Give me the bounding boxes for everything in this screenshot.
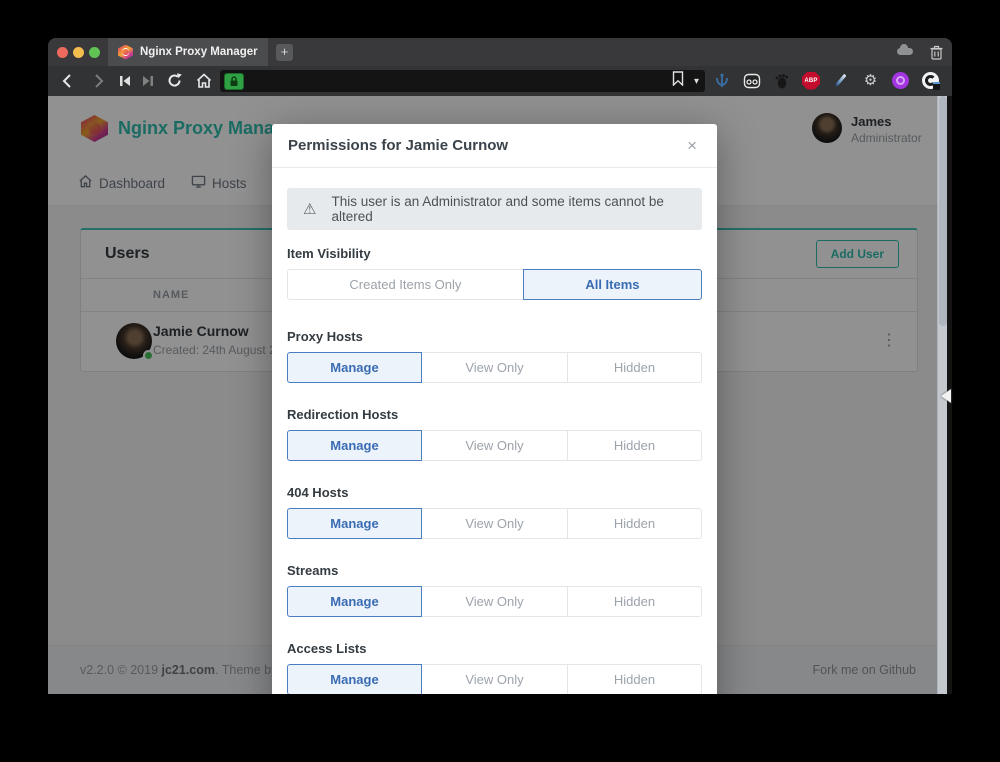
access-lists-view-only-button[interactable]: View Only — [421, 664, 568, 694]
proxy-hosts-hidden-button[interactable]: Hidden — [567, 352, 702, 383]
mouse-cursor — [941, 389, 951, 403]
minimize-window-button[interactable] — [73, 47, 84, 58]
access-lists-label: Access Lists — [287, 641, 702, 656]
streams-view-only-button[interactable]: View Only — [421, 586, 568, 617]
back-button[interactable] — [60, 73, 76, 94]
proxy-hosts-group: Manage View Only Hidden — [287, 352, 702, 383]
purple-extension-icon[interactable] — [891, 71, 910, 90]
skip-start-button[interactable] — [118, 74, 132, 93]
access-lists-manage-button[interactable]: Manage — [287, 664, 422, 694]
gnome-foot-extension-icon[interactable] — [772, 71, 791, 90]
proxy-hosts-label: Proxy Hosts — [287, 329, 702, 344]
tridactyl-extension-icon[interactable] — [712, 71, 731, 90]
new-tab-button[interactable]: + — [276, 44, 293, 61]
scrollbar-thumb[interactable] — [939, 96, 947, 326]
browser-tab[interactable]: Nginx Proxy Manager — [108, 38, 268, 66]
close-window-button[interactable] — [57, 47, 68, 58]
404-hosts-manage-button[interactable]: Manage — [287, 508, 422, 539]
streams-hidden-button[interactable]: Hidden — [567, 586, 702, 617]
home-button[interactable] — [195, 72, 213, 95]
proxy-hosts-view-only-button[interactable]: View Only — [421, 352, 568, 383]
browser-toolbar: ▾ ABP ⚙ — [48, 66, 952, 96]
admin-warning-alert: ⚠ This user is an Administrator and some… — [287, 188, 702, 230]
404-hosts-hidden-button[interactable]: Hidden — [567, 508, 702, 539]
404-hosts-label: 404 Hosts — [287, 485, 702, 500]
skip-end-button[interactable] — [141, 74, 155, 93]
permissions-modal: Permissions for Jamie Curnow × ⚠ This us… — [272, 124, 717, 694]
streams-group: Manage View Only Hidden — [287, 586, 702, 617]
visibility-all-items-button[interactable]: All Items — [523, 269, 702, 300]
visibility-created-items-only-button[interactable]: Created Items Only — [287, 269, 524, 300]
404-hosts-group: Manage View Only Hidden — [287, 508, 702, 539]
browser-titlebar: Nginx Proxy Manager + — [48, 38, 952, 66]
reload-button[interactable] — [166, 72, 183, 94]
404-hosts-view-only-button[interactable]: View Only — [421, 508, 568, 539]
bookmark-icon[interactable] — [672, 71, 684, 91]
privacy-extension-icon[interactable] — [921, 71, 940, 90]
access-lists-hidden-button[interactable]: Hidden — [567, 664, 702, 694]
alert-text: This user is an Administrator and some i… — [331, 194, 686, 224]
cloud-sync-icon[interactable] — [897, 48, 913, 55]
redirection-hosts-hidden-button[interactable]: Hidden — [567, 430, 702, 461]
proxy-hosts-manage-button[interactable]: Manage — [287, 352, 422, 383]
forward-button[interactable] — [90, 73, 106, 94]
bookmark-caret-icon[interactable]: ▾ — [694, 76, 699, 87]
goggles-extension-icon[interactable] — [742, 71, 761, 90]
redirection-hosts-group: Manage View Only Hidden — [287, 430, 702, 461]
redirection-hosts-label: Redirection Hosts — [287, 407, 702, 422]
maximize-window-button[interactable] — [89, 47, 100, 58]
item-visibility-label: Item Visibility — [287, 246, 702, 261]
settings-gear-extension-icon[interactable]: ⚙ — [861, 71, 880, 90]
warning-icon: ⚠ — [303, 200, 316, 218]
npm-favicon-icon — [118, 45, 133, 60]
color-picker-extension-icon[interactable] — [831, 71, 850, 90]
access-lists-group: Manage View Only Hidden — [287, 664, 702, 694]
address-bar[interactable]: ▾ — [220, 70, 705, 92]
adblock-plus-extension-icon[interactable]: ABP — [802, 72, 820, 90]
extensions-row: ABP ⚙ — [712, 71, 940, 90]
item-visibility-group: Created Items Only All Items — [287, 269, 702, 300]
redirection-hosts-manage-button[interactable]: Manage — [287, 430, 422, 461]
trash-icon[interactable] — [930, 45, 943, 65]
streams-manage-button[interactable]: Manage — [287, 586, 422, 617]
page-viewport: Nginx Proxy Manager James Administrator … — [48, 96, 952, 694]
ssl-lock-icon[interactable] — [224, 73, 244, 90]
browser-window: Nginx Proxy Manager + ▾ — [48, 38, 952, 694]
streams-label: Streams — [287, 563, 702, 578]
redirection-hosts-view-only-button[interactable]: View Only — [421, 430, 568, 461]
modal-title: Permissions for Jamie Curnow — [288, 137, 508, 154]
close-icon[interactable]: × — [687, 137, 697, 154]
tab-title: Nginx Proxy Manager — [140, 46, 258, 58]
